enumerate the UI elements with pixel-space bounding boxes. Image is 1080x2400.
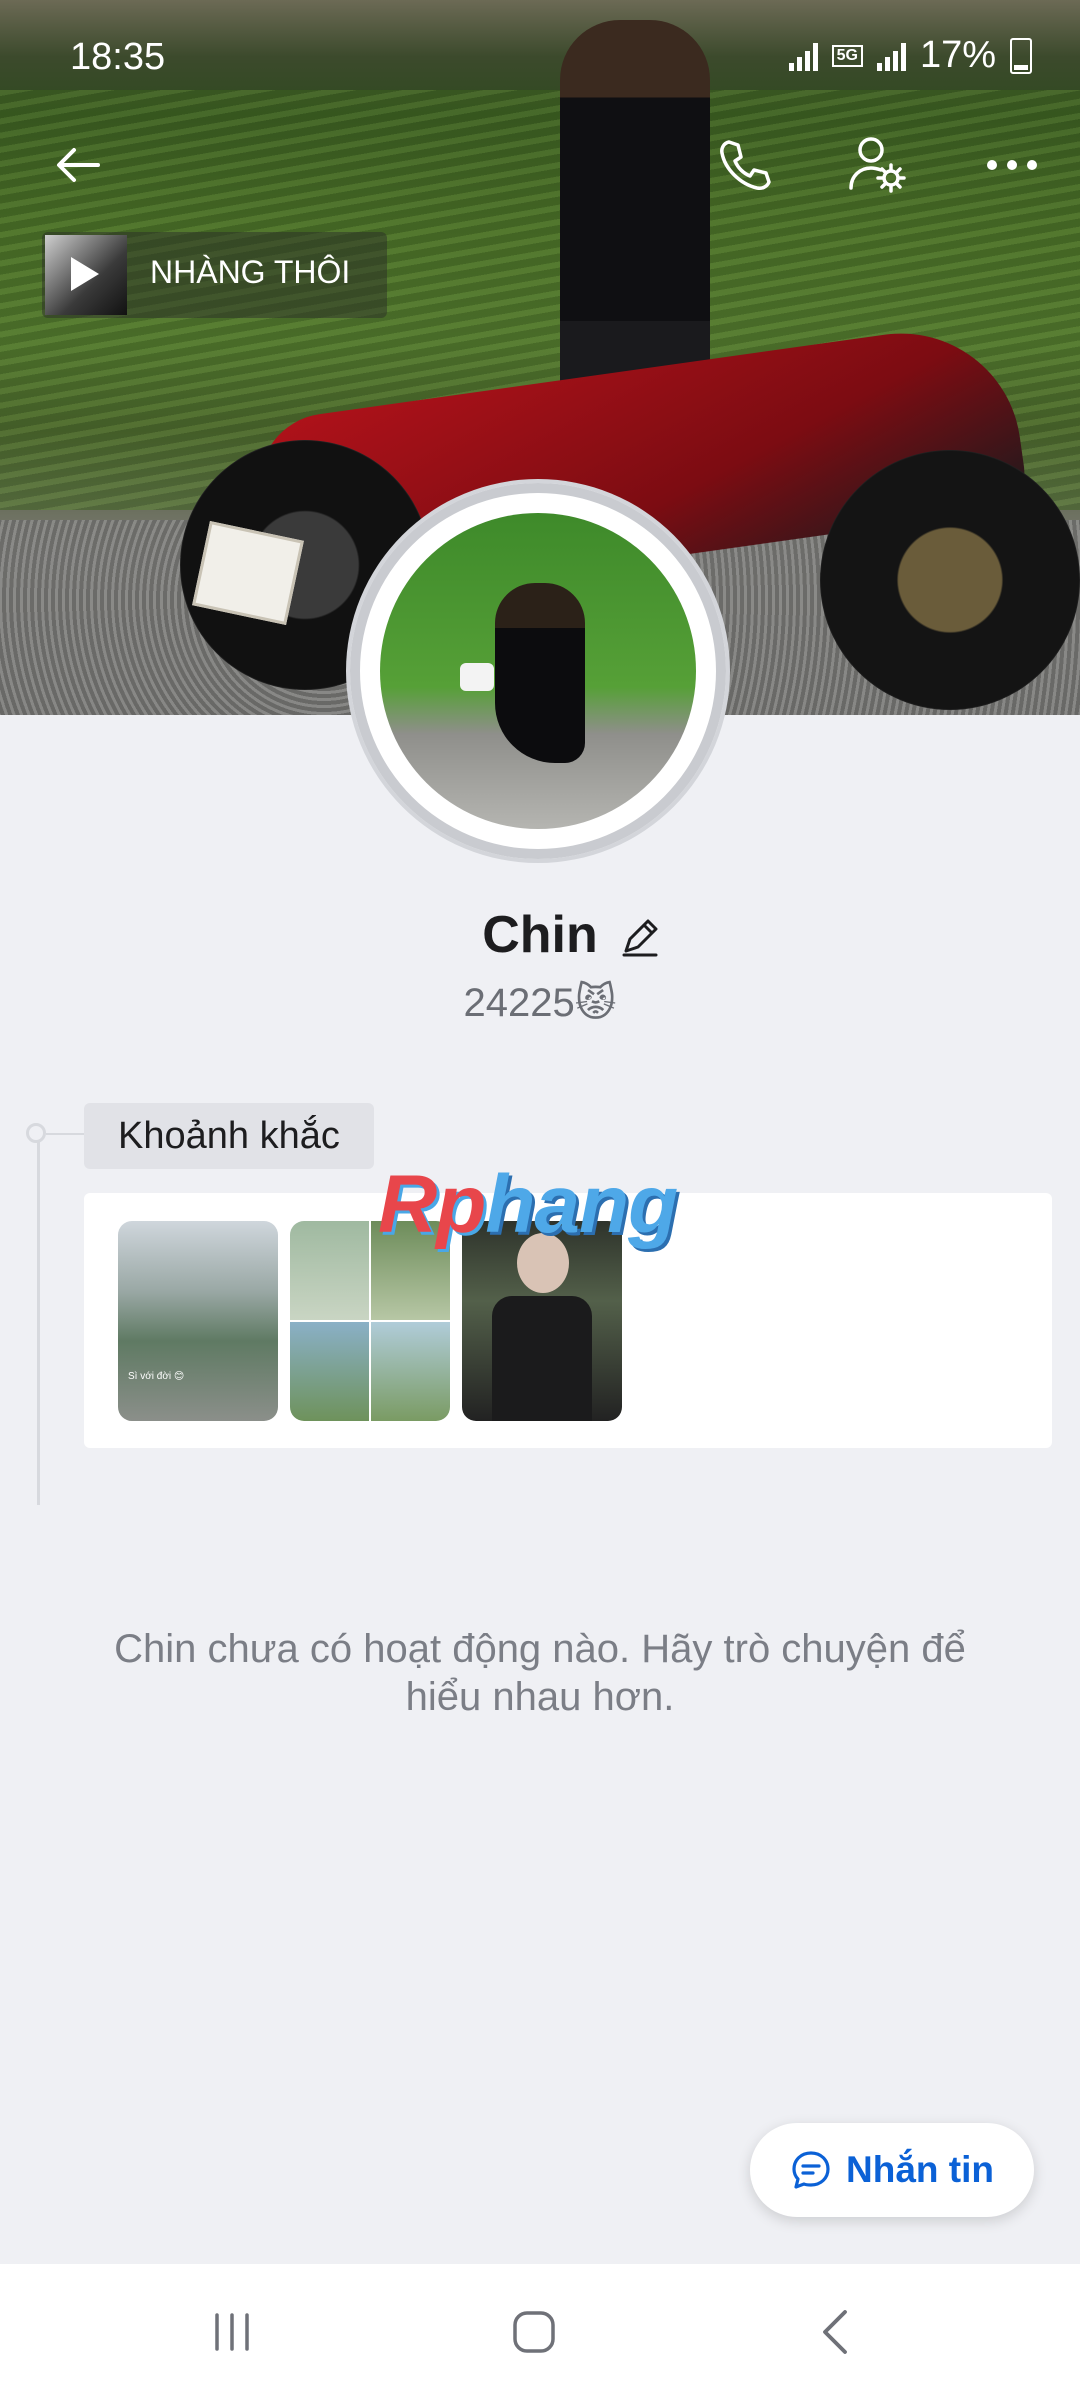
nav-back-icon <box>823 2310 847 2354</box>
timeline-dot <box>26 1123 46 1143</box>
moment-collage-tile <box>371 1322 450 1421</box>
pencil-icon[interactable] <box>618 915 662 959</box>
profile-music-chip[interactable]: NHÀNG THÔI <box>42 232 387 318</box>
avatar-person <box>495 583 585 763</box>
moment-caption: Sì với đời 😊 <box>128 1371 185 1382</box>
avatar <box>380 513 696 829</box>
message-button[interactable]: Nhắn tin <box>750 2123 1034 2217</box>
cover-front-wheel <box>820 450 1080 710</box>
more-icon <box>987 160 1037 170</box>
user-settings-icon <box>849 137 906 193</box>
music-thumbnail <box>45 235 127 315</box>
moment-collage-tile <box>290 1322 369 1421</box>
watermark-part2: hang <box>485 1159 678 1250</box>
status-time: 18:35 <box>70 36 166 78</box>
battery-percent: 17% <box>919 34 996 76</box>
message-button-label: Nhắn tin <box>846 2149 994 2190</box>
more-button[interactable] <box>972 125 1052 205</box>
nav-back-button[interactable] <box>786 2292 886 2372</box>
profile-name: Chin <box>482 906 598 964</box>
moments-label: Khoảnh khắc <box>84 1103 374 1169</box>
call-button[interactable] <box>704 125 784 205</box>
home-button[interactable] <box>484 2292 584 2372</box>
recent-apps-icon <box>215 2313 249 2351</box>
phone-icon <box>720 140 771 190</box>
profile-bio: 24225😾 <box>463 981 617 1025</box>
home-icon <box>513 2311 555 2353</box>
watermark-part1: Rp <box>378 1159 486 1250</box>
music-title: NHÀNG THÔI <box>150 254 351 290</box>
system-nav-bar <box>0 2264 1080 2400</box>
profile-settings-button[interactable] <box>838 125 918 205</box>
recent-apps-button[interactable] <box>182 2292 282 2372</box>
status-bar: 18:35 5G 17% <box>0 0 1080 110</box>
empty-state-text: Chin chưa có hoạt động nào. Hãy trò chuy… <box>114 1627 966 1719</box>
chat-bubble-icon <box>792 2151 830 2189</box>
timeline-line <box>37 1135 40 1505</box>
profile-name-row: Chin <box>0 905 1080 975</box>
back-arrow-icon <box>57 148 100 182</box>
play-icon <box>71 257 99 291</box>
moment-collage-tile <box>290 1221 369 1320</box>
avatar-bag <box>460 663 494 691</box>
moment-shirt <box>492 1296 592 1421</box>
network-type: 5G <box>831 44 863 67</box>
battery-icon <box>1010 37 1032 74</box>
signal-icon-2 <box>876 41 906 71</box>
back-button[interactable] <box>38 125 118 205</box>
status-right: 5G 17% <box>788 34 1032 77</box>
watermark-logo: Rphang <box>378 1158 678 1252</box>
avatar-ring[interactable] <box>350 483 726 859</box>
signal-icon <box>788 41 818 71</box>
top-action-bar <box>0 120 1080 210</box>
timeline-tick <box>46 1133 84 1135</box>
moment-thumb[interactable]: Sì với đời 😊 <box>118 1221 278 1421</box>
